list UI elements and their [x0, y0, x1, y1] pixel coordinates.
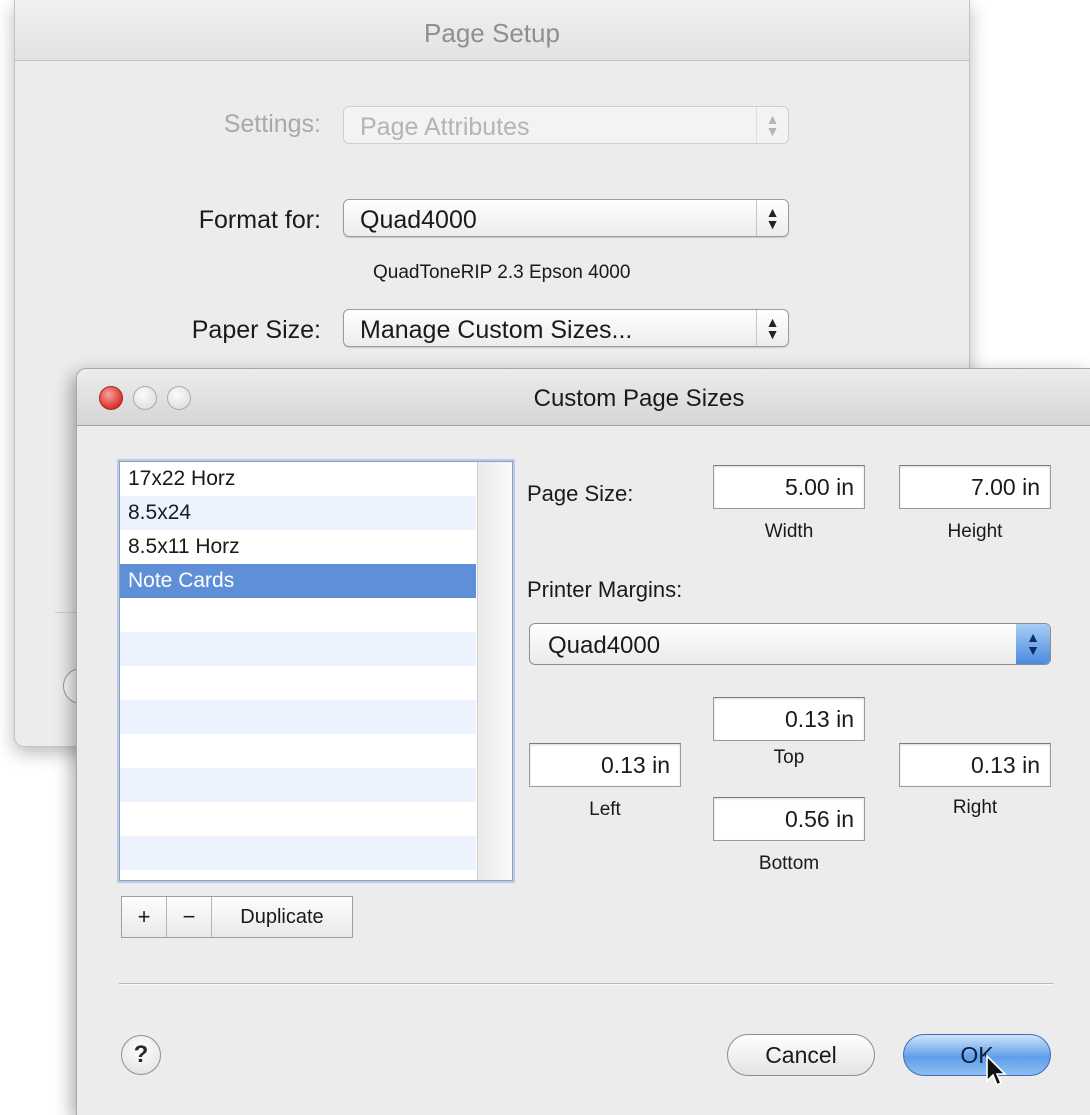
paper-size-value: Manage Custom Sizes... — [360, 316, 633, 344]
settings-value: Page Attributes — [360, 113, 530, 141]
format-for-label: Format for: — [198, 206, 321, 234]
duplicate-button[interactable]: Duplicate — [212, 897, 352, 937]
format-for-description: QuadToneRIP 2.3 Epson 4000 — [373, 262, 631, 283]
list-scrollbar[interactable] — [477, 462, 512, 880]
settings-popup: Page Attributes ▲ ▼ — [343, 106, 789, 144]
top-caption: Top — [773, 747, 805, 768]
list-item-8-5x11-horz[interactable]: 8.5x11 Horz — [120, 530, 476, 564]
printer-margins-popup[interactable]: Quad4000 ▲ ▼ — [529, 623, 1051, 665]
list-item-note-cards[interactable]: Note Cards — [120, 564, 476, 598]
custom-size-list[interactable]: 17x22 Horz 8.5x24 8.5x11 Horz Note Cards — [119, 461, 513, 881]
paper-size-label: Paper Size: — [191, 316, 321, 344]
popup-arrows-icon: ▲ ▼ — [756, 200, 788, 236]
popup-arrows-icon: ▲ ▼ — [756, 310, 788, 346]
remove-size-button[interactable]: − — [167, 897, 212, 937]
height-field[interactable]: 7.00 in — [899, 465, 1051, 509]
footer-divider — [119, 983, 1053, 984]
empty-list-row — [120, 632, 476, 666]
help-icon[interactable]: ? — [121, 1035, 161, 1075]
settings-label: Settings: — [223, 110, 321, 138]
width-field[interactable]: 5.00 in — [713, 465, 865, 509]
popup-arrows-icon: ▲ ▼ — [1016, 624, 1050, 664]
custom-size-list-rows: 17x22 Horz 8.5x24 8.5x11 Horz Note Cards — [120, 462, 476, 880]
page-setup-titlebar: Page Setup — [15, 0, 969, 61]
left-margin-field[interactable]: 0.13 in — [529, 743, 681, 787]
format-for-popup[interactable]: Quad4000 ▲ ▼ — [343, 199, 789, 237]
custom-page-sizes-window: Custom Page Sizes 17x22 Horz 8.5x24 8.5x… — [76, 368, 1090, 1115]
custom-sizes-title: Custom Page Sizes — [533, 385, 745, 412]
popup-arrows-icon: ▲ ▼ — [756, 107, 788, 143]
page-setup-title: Page Setup — [424, 18, 560, 48]
format-for-value: Quad4000 — [360, 206, 477, 234]
list-item-8-5x24[interactable]: 8.5x24 — [120, 496, 476, 530]
height-caption: Height — [947, 521, 1003, 542]
printer-margins-label: Printer Margins: — [527, 577, 683, 602]
page-size-label: Page Size: — [527, 481, 634, 506]
empty-list-row — [120, 836, 476, 870]
empty-list-row — [120, 802, 476, 836]
width-caption: Width — [764, 521, 814, 542]
pointer-cursor-icon — [986, 1055, 1007, 1087]
empty-list-row — [120, 700, 476, 734]
empty-list-row — [120, 870, 476, 880]
empty-list-row — [120, 666, 476, 700]
printer-margins-value: Quad4000 — [548, 632, 661, 659]
bottom-caption: Bottom — [758, 853, 820, 874]
add-size-button[interactable]: + — [122, 897, 167, 937]
empty-list-row — [120, 598, 476, 632]
right-caption: Right — [952, 797, 998, 818]
list-button-bar: + − Duplicate — [121, 896, 353, 938]
empty-list-row — [120, 768, 476, 802]
bottom-margin-field[interactable]: 0.56 in — [713, 797, 865, 841]
left-caption: Left — [589, 799, 621, 820]
cancel-button[interactable]: Cancel — [727, 1034, 875, 1076]
empty-list-row — [120, 734, 476, 768]
list-item-17x22-horz[interactable]: 17x22 Horz — [120, 462, 476, 496]
right-margin-field[interactable]: 0.13 in — [899, 743, 1051, 787]
top-margin-field[interactable]: 0.13 in — [713, 697, 865, 741]
custom-sizes-titlebar: Custom Page Sizes — [77, 369, 1090, 426]
ok-button[interactable]: OK — [903, 1034, 1051, 1076]
paper-size-popup[interactable]: Manage Custom Sizes... ▲ ▼ — [343, 309, 789, 347]
